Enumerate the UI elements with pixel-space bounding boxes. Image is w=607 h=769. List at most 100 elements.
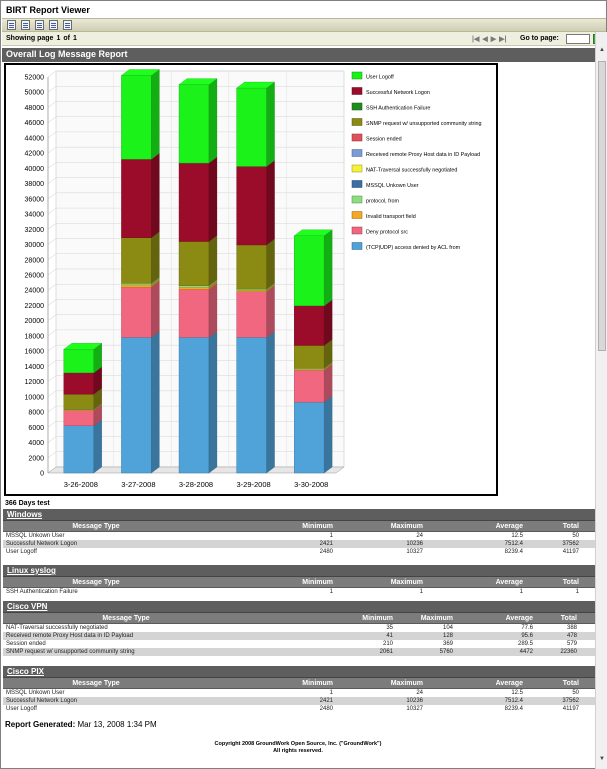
- grid-line-side: [47, 238, 57, 245]
- legend-label: User Logoff: [366, 75, 394, 81]
- bar-segment: [178, 289, 210, 338]
- legend-label: Invalid transport field: [366, 214, 416, 220]
- bar-segment-side: [151, 152, 160, 238]
- bar-segment: [63, 393, 94, 410]
- y-tick-label: 4000: [28, 440, 44, 447]
- col-minimum: Minimum: [302, 679, 333, 687]
- grid-line-side: [47, 101, 57, 108]
- cell-max: 1: [419, 589, 423, 595]
- table-row: SNMP request w/ unsupported community st…: [3, 648, 595, 656]
- legend-label: Session ended: [366, 137, 402, 143]
- cell-max: 24: [416, 690, 423, 696]
- stacked-bar-chart: 0 2000 4000 6000 8000 10000 12000 14000 16000 180…: [4, 63, 498, 496]
- cell-type: Session ended: [6, 641, 46, 647]
- y-tick-label: 42000: [25, 151, 45, 158]
- group-title: Linux syslog: [3, 565, 595, 577]
- col-message-type: Message Type: [72, 679, 120, 687]
- first-page-icon[interactable]: |◀: [472, 35, 479, 43]
- bar-segment-side: [266, 331, 275, 474]
- scroll-up-icon[interactable]: ▲: [597, 47, 607, 57]
- bar-segment-side: [266, 81, 275, 167]
- run-report-icon[interactable]: [21, 20, 30, 30]
- go-to-page-input[interactable]: [566, 34, 590, 44]
- export-data-icon[interactable]: [35, 20, 44, 30]
- table-header: Message Type Minimum Maximum Average Tot…: [3, 678, 595, 689]
- cell-total: 388: [566, 625, 577, 631]
- bar-segment: [178, 241, 210, 286]
- bar-segment: [178, 286, 210, 290]
- table-row: Successful Network Logon 2421 10236 7512.4 3…: [3, 540, 595, 548]
- bar-segment: [294, 369, 325, 403]
- cell-min: 2421: [319, 698, 333, 704]
- col-message-type: Message Type: [102, 614, 150, 622]
- bar-segment: [121, 159, 152, 238]
- bar-segment-side: [151, 331, 160, 474]
- cell-type: Successful Network Logon: [6, 541, 78, 547]
- cell-avg: 1: [519, 589, 523, 595]
- legend-swatch: [351, 195, 363, 204]
- bar-segment: [178, 285, 210, 288]
- window-title: BIRT Report Viewer: [2, 2, 606, 18]
- cell-min: 41: [386, 633, 393, 639]
- grid-line-side: [47, 314, 57, 321]
- print-icon[interactable]: [63, 20, 72, 30]
- col-average: Average: [495, 578, 523, 586]
- last-page-icon[interactable]: ▶|: [499, 35, 506, 43]
- vertical-scrollbar[interactable]: ▲ ▼: [595, 32, 607, 769]
- grid-line-side: [47, 116, 57, 123]
- legend-swatch: [351, 133, 363, 142]
- grid-line-side: [47, 268, 57, 276]
- bar-segment: [121, 75, 152, 160]
- cell-min: 2480: [319, 549, 333, 555]
- cell-total: 50: [572, 533, 579, 539]
- bar-segment: [178, 162, 210, 242]
- scroll-down-icon[interactable]: ▼: [597, 756, 607, 766]
- group-cisco-pix: Cisco PIX Message Type Minimum Maximum A…: [3, 666, 595, 713]
- grid-line-side: [47, 375, 57, 382]
- bar-segment-side: [266, 160, 275, 246]
- cell-type: MSSQL Unkown User: [6, 690, 65, 696]
- report-viewer-window: BIRT Report Viewer Showing page 1 of 1 |…: [0, 0, 607, 769]
- next-page-icon[interactable]: ▶: [491, 35, 496, 43]
- previous-page-icon[interactable]: ◀: [482, 35, 487, 43]
- legend-label: Deny protocol src: [366, 230, 408, 236]
- cell-min: 2061: [379, 649, 393, 655]
- bar-segment-side: [324, 395, 333, 474]
- page-navigation-bar: Showing page 1 of 1 |◀ ◀ ▶ ▶| Go to page…: [2, 32, 603, 46]
- bar-segment: [63, 425, 94, 474]
- scroll-thumb[interactable]: [598, 61, 606, 351]
- table-header: Message Type Minimum Maximum Average Tot…: [3, 577, 595, 588]
- section-title: 366 Days test: [5, 500, 50, 507]
- y-tick-label: 28000: [25, 257, 45, 264]
- cell-max: 369: [442, 641, 453, 647]
- bar-segment: [294, 345, 325, 369]
- group-linux-syslog: Linux syslog Message Type Minimum Maximu…: [3, 565, 595, 596]
- cell-type: Successful Network Logon: [6, 698, 78, 704]
- bar-segment: [236, 290, 267, 292]
- bar-segment: [294, 235, 325, 307]
- y-tick-label: 24000: [25, 288, 45, 295]
- bar-segment: [236, 87, 267, 167]
- group-cisco-vpn: Cisco VPN Message Type Minimum Maximum A…: [3, 601, 595, 656]
- y-tick-label: 30000: [25, 242, 45, 249]
- export-report-icon[interactable]: [49, 20, 58, 30]
- y-tick-label: 6000: [28, 425, 44, 432]
- y-tick-label: 50000: [25, 90, 45, 97]
- bar-segment-side: [324, 229, 333, 307]
- col-message-type: Message Type: [72, 522, 120, 530]
- y-tick-label: 40000: [25, 166, 45, 173]
- bar-segment: [63, 372, 94, 395]
- cell-total: 41197: [562, 549, 579, 555]
- bar-segment-side: [266, 285, 275, 338]
- y-tick-label: 8000: [28, 410, 44, 417]
- col-maximum: Maximum: [390, 522, 423, 530]
- table-row: Received remote Proxy Host data in ID Pa…: [3, 632, 595, 640]
- cell-type: SNMP request w/ unsupported community st…: [6, 649, 135, 655]
- bar-segment-side: [93, 419, 102, 474]
- toc-icon[interactable]: [7, 20, 16, 30]
- legend-label: protocol, from: [366, 199, 399, 205]
- grid-line-side: [47, 344, 57, 352]
- y-tick-label: 48000: [25, 105, 45, 112]
- cell-type: NAT-Traversal successfully negotiated: [6, 625, 108, 631]
- legend-swatch: [351, 242, 363, 250]
